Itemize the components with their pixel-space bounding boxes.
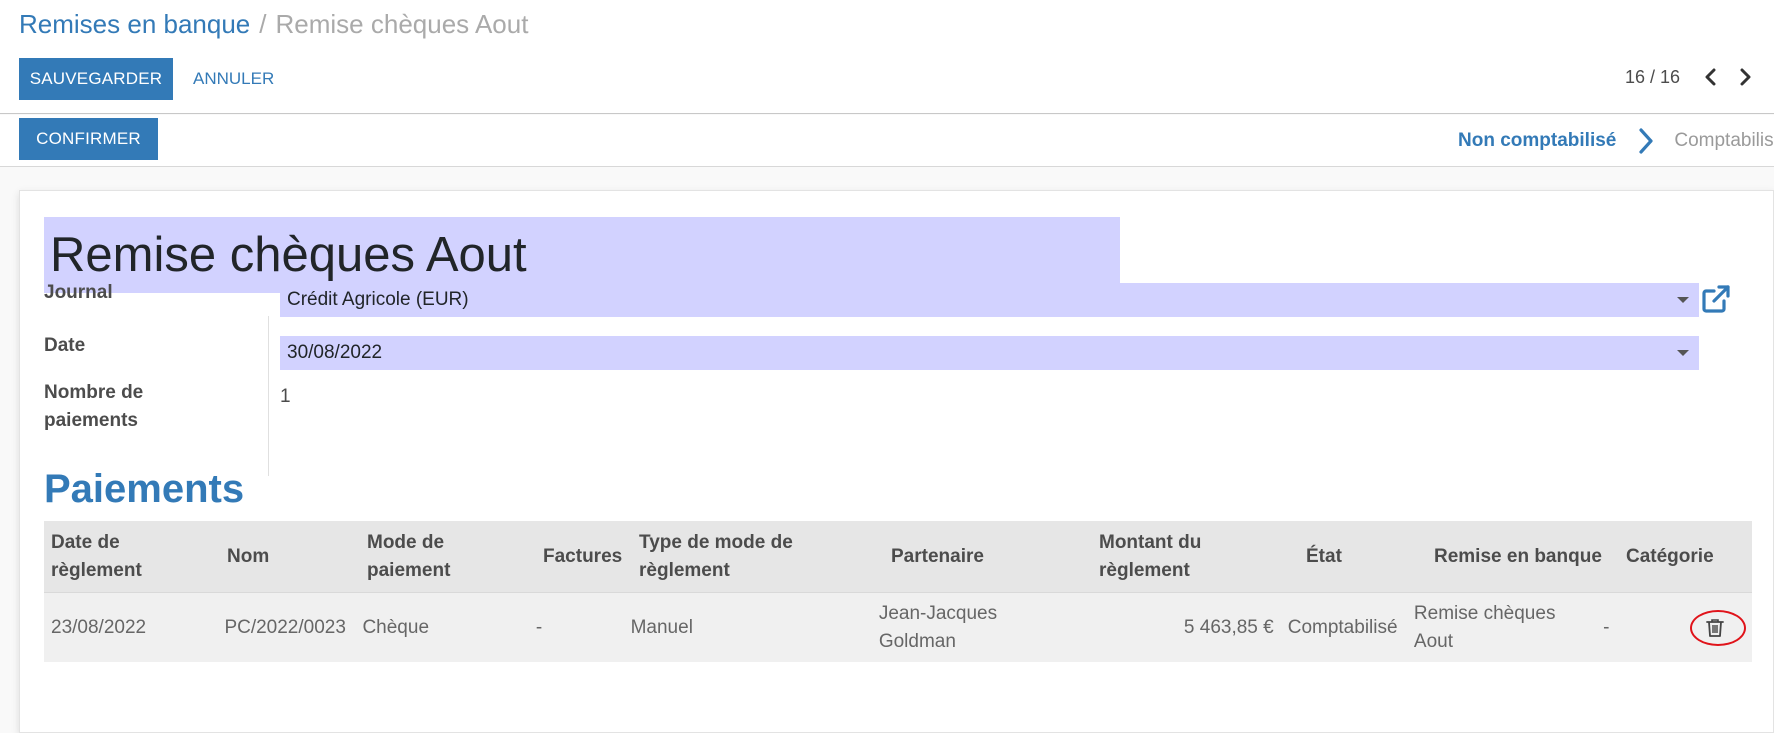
- column-header-category[interactable]: Catégorie: [1619, 521, 1714, 592]
- pager-previous-button[interactable]: [1694, 62, 1728, 92]
- date-value: 30/08/2022: [287, 342, 383, 363]
- cell-state: Comptabilisé: [1287, 616, 1398, 638]
- column-header-mode-type[interactable]: Type de mode de règlement: [632, 521, 884, 592]
- table-header: Date de règlement Nom Mode de paiement Fac…: [44, 521, 1752, 592]
- form-sheet: Remise chèques Aout Journal Crédit Agric…: [19, 190, 1774, 733]
- journal-select[interactable]: Crédit Agricole (EUR): [280, 283, 1699, 317]
- column-header-partner[interactable]: Partenaire: [884, 521, 1092, 592]
- date-select[interactable]: 30/08/2022: [280, 336, 1699, 370]
- cell-mode-type: Manuel: [630, 616, 693, 638]
- table-row[interactable]: 23/08/2022 PC/2022/0023 Chèque - Manuel …: [44, 592, 1752, 662]
- date-label: Date: [44, 335, 86, 356]
- status-arrow-icon: [1638, 127, 1654, 155]
- delete-row-button[interactable]: [1685, 608, 1747, 648]
- app-window: Remises en banque / Remise chèques Aout SA…: [0, 0, 1774, 733]
- pager: 16 / 16: [1625, 62, 1762, 92]
- caret-down-icon: [1677, 297, 1689, 303]
- column-header-deposit[interactable]: Remise en banque: [1427, 521, 1619, 592]
- cell-invoices: -: [535, 616, 543, 638]
- column-header-date[interactable]: Date de règlement: [44, 521, 220, 592]
- annotation-circle: [1690, 609, 1747, 646]
- status-steps: Non comptabilisé Comptabilis: [1434, 115, 1774, 167]
- cell-category: -: [1603, 616, 1610, 638]
- cell-deposit: Remise chèques Aout: [1413, 602, 1556, 652]
- cell-amount: 5 463,85 €: [1183, 616, 1274, 638]
- external-link-button[interactable]: [1700, 283, 1732, 315]
- form-statusbar: CONFIRMER Non comptabilisé Comptabilis: [0, 115, 1774, 167]
- breadcrumb-current: Remise chèques Aout: [275, 9, 529, 39]
- label-separator: [268, 316, 269, 476]
- column-header-state[interactable]: État: [1299, 521, 1427, 592]
- chevron-right-icon: [1740, 68, 1751, 86]
- chevron-left-icon: [1705, 68, 1716, 86]
- column-header-invoices[interactable]: Factures: [536, 521, 632, 592]
- breadcrumb: Remises en banque / Remise chèques Aout: [19, 9, 528, 39]
- column-header-mode[interactable]: Mode de paiement: [360, 521, 536, 592]
- payment-count-label: Nombre de paiements: [44, 379, 143, 435]
- column-header-name[interactable]: Nom: [220, 521, 360, 592]
- payment-count-label-line2: paiements: [44, 410, 138, 431]
- breadcrumb-separator: /: [259, 9, 267, 39]
- discard-button[interactable]: ANNULER: [193, 58, 274, 100]
- pager-next-button[interactable]: [1728, 62, 1762, 92]
- payments-table: Date de règlement Nom Mode de paiement Fac…: [44, 521, 1752, 662]
- column-header-actions: [1702, 521, 1752, 592]
- cell-name: PC/2022/0023: [224, 616, 346, 638]
- payment-count-label-line1: Nombre de: [44, 382, 144, 403]
- payments-section-title: Paiements: [44, 467, 245, 511]
- save-button[interactable]: SAUVEGARDER: [19, 58, 173, 100]
- caret-down-icon: [1677, 350, 1689, 356]
- external-link-icon: [1702, 285, 1730, 313]
- breadcrumb-parent-link[interactable]: Remises en banque: [19, 9, 250, 39]
- pager-value[interactable]: 16 / 16: [1625, 67, 1680, 88]
- status-step-posted[interactable]: Comptabilis: [1674, 130, 1773, 152]
- cell-date: 23/08/2022: [51, 616, 147, 638]
- control-panel: Remises en banque / Remise chèques Aout SA…: [0, 0, 1774, 114]
- cell-actions: [1678, 593, 1752, 662]
- journal-label: Journal: [44, 282, 113, 303]
- title-input[interactable]: Remise chèques Aout: [44, 217, 1120, 293]
- cell-partner: Jean-Jacques Goldman: [878, 602, 998, 652]
- payment-count-value: 1: [280, 386, 291, 407]
- journal-value: Crédit Agricole (EUR): [287, 289, 469, 310]
- status-step-draft[interactable]: Non comptabilisé: [1458, 130, 1616, 152]
- confirm-button[interactable]: CONFIRMER: [19, 118, 158, 160]
- cell-mode: Chèque: [362, 616, 430, 638]
- column-header-amount[interactable]: Montant du règlement: [1092, 521, 1299, 592]
